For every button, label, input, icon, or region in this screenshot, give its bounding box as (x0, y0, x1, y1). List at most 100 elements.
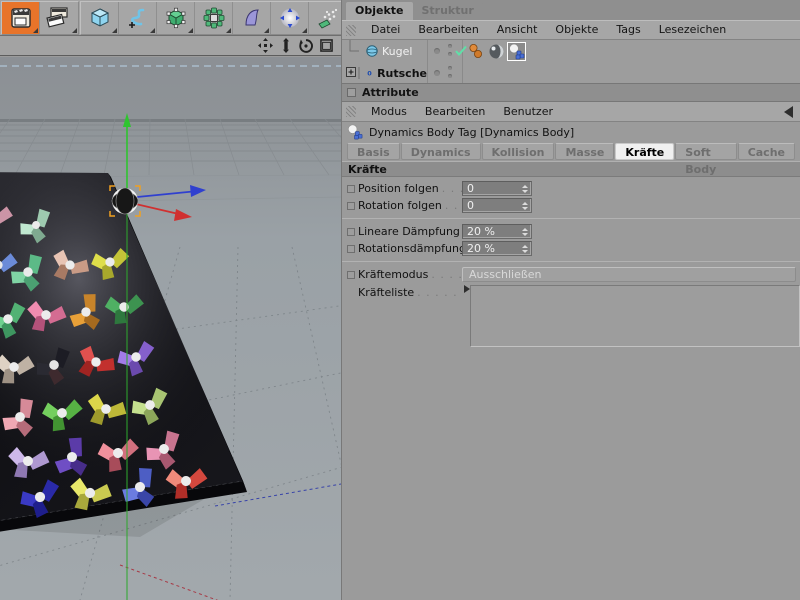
enable-dot[interactable] (434, 70, 440, 76)
param-kraeftemodus: Kräftemodus . . . . . . Ausschließen (342, 266, 800, 283)
menu-bearbeiten[interactable]: Bearbeiten (416, 103, 494, 121)
spinner[interactable] (521, 226, 529, 238)
menu-ansicht[interactable]: Ansicht (488, 21, 547, 39)
render-visibility-dot[interactable] (448, 74, 452, 78)
main-toolbar (0, 0, 341, 36)
spinner-down-icon[interactable] (522, 233, 528, 236)
animation-track-box[interactable] (347, 245, 355, 253)
kraefteliste-listbox[interactable] (470, 285, 800, 347)
editor-visibility-dot[interactable] (448, 66, 452, 70)
leader-dots: . . . . (442, 182, 462, 195)
null-object-icon: 0 (366, 67, 373, 79)
kraeftemodus-dropdown[interactable]: Ausschließen (462, 267, 796, 282)
expand-plus-icon[interactable] (346, 62, 366, 84)
table-row[interactable]: Kugel (342, 40, 427, 62)
phong-tag-icon[interactable] (488, 43, 505, 60)
tab-masse[interactable]: Masse (555, 143, 614, 160)
animation-track-box[interactable] (347, 271, 355, 279)
tab-kollision[interactable]: Kollision (482, 143, 555, 160)
hypernurbs-button[interactable] (157, 2, 195, 34)
bend-deformer-button[interactable] (233, 2, 271, 34)
spinner-down-icon[interactable] (522, 207, 528, 210)
rotate-view-icon[interactable] (299, 39, 313, 53)
spinner-up-icon[interactable] (522, 228, 528, 231)
panel-grip-icon[interactable] (346, 106, 356, 117)
param-lineare-daempfung: Lineare Dämpfung 20 % (342, 223, 800, 240)
object-manager-list[interactable]: Kugel 0 Rutsche (342, 40, 800, 84)
rotation-folgen-input[interactable]: 0 (462, 198, 532, 213)
param-rotation-folgen: Rotation folgen . . . . 0 (342, 197, 800, 214)
tab-dynamics[interactable]: Dynamics (401, 143, 481, 160)
tab-basis[interactable]: Basis (347, 143, 400, 160)
subdivision-surface-icon (164, 6, 188, 30)
panel-collapse-checkbox[interactable] (347, 88, 356, 97)
material-tag-icon[interactable] (468, 43, 485, 60)
dynamics-body-tag-icon[interactable] (508, 43, 525, 60)
field-value: 20 % (463, 225, 495, 238)
menu-modus[interactable]: Modus (362, 103, 416, 121)
param-rotationsdaempfung: Rotationsdämpfung 20 % (342, 240, 800, 257)
render-view-icon (9, 6, 33, 30)
tab-cache[interactable]: Cache (738, 143, 795, 160)
cinema4d-window: Objekte Struktur Datei Bearbeiten Ansich… (0, 0, 800, 600)
cube-primitive-button[interactable] (81, 2, 119, 34)
flyout-corner (150, 28, 155, 33)
spinner-up-icon[interactable] (522, 185, 528, 188)
object-name[interactable]: Kugel (382, 45, 412, 58)
table-row[interactable]: 0 Rutsche (342, 62, 427, 84)
param-label-cell: Rotationsdämpfung (347, 242, 462, 255)
menu-lesezeichen[interactable]: Lesezeichen (650, 21, 736, 39)
spline-button[interactable] (119, 2, 157, 34)
render-visibility-dot[interactable] (448, 52, 452, 56)
animation-track-box[interactable] (347, 185, 355, 193)
dolly-view-icon[interactable] (280, 38, 292, 53)
tab-soft-body[interactable]: Soft Body (675, 143, 736, 160)
object-name[interactable]: Rutsche (377, 67, 427, 80)
light-button[interactable] (271, 2, 309, 34)
object-manager-menubar: Datei Bearbeiten Ansicht Objekte Tags Le… (342, 20, 800, 40)
array-button[interactable] (195, 2, 233, 34)
toolbar-group-render (1, 1, 79, 35)
lineare-daempfung-input[interactable]: 20 % (462, 224, 532, 239)
light-icon (278, 6, 302, 30)
spinner[interactable] (521, 200, 529, 212)
menu-objekte[interactable]: Objekte (546, 21, 607, 39)
viewport-3d[interactable] (0, 57, 341, 600)
enable-dot[interactable] (434, 48, 440, 54)
panel-title: Attribute (362, 86, 419, 99)
spinner[interactable] (521, 243, 529, 255)
rotationsdaempfung-input[interactable]: 20 % (462, 241, 532, 256)
back-arrow-icon[interactable] (784, 106, 793, 118)
flyout-corner (188, 28, 193, 33)
spinner-up-icon[interactable] (522, 202, 528, 205)
maximize-view-icon[interactable] (320, 39, 333, 52)
spline-pen-icon (126, 6, 150, 30)
spinner-down-icon[interactable] (522, 250, 528, 253)
pan-view-icon[interactable] (258, 38, 273, 53)
spinner[interactable] (521, 183, 529, 195)
field-value: 0 (463, 182, 474, 195)
param-position-folgen: Position folgen . . . . 0 (342, 180, 800, 197)
editor-visibility-dot[interactable] (448, 44, 452, 48)
spinner-down-icon[interactable] (522, 190, 528, 193)
render-view-button[interactable] (2, 2, 40, 34)
param-label: Kräfteliste (358, 286, 414, 299)
menu-benutzer[interactable]: Benutzer (494, 103, 562, 121)
spinner-up-icon[interactable] (522, 245, 528, 248)
right-panel: Objekte Struktur Datei Bearbeiten Ansich… (341, 0, 800, 600)
panel-grip-icon[interactable] (346, 25, 356, 36)
param-label: Position folgen (358, 182, 439, 195)
tab-objekte[interactable]: Objekte (346, 2, 413, 20)
animation-track-box[interactable] (347, 202, 355, 210)
tree-expander[interactable] (346, 62, 366, 84)
param-label-cell: Position folgen . . . . (347, 182, 462, 195)
tab-struktur[interactable]: Struktur (413, 2, 483, 20)
section-header-kraefte: Kräfte (342, 161, 800, 177)
render-to-picture-viewer-button[interactable] (40, 2, 78, 34)
position-folgen-input[interactable]: 0 (462, 181, 532, 196)
animation-track-box[interactable] (347, 228, 355, 236)
menu-datei[interactable]: Datei (362, 21, 409, 39)
menu-tags[interactable]: Tags (607, 21, 649, 39)
menu-bearbeiten[interactable]: Bearbeiten (409, 21, 487, 39)
tab-kraefte[interactable]: Kräfte (615, 143, 674, 160)
